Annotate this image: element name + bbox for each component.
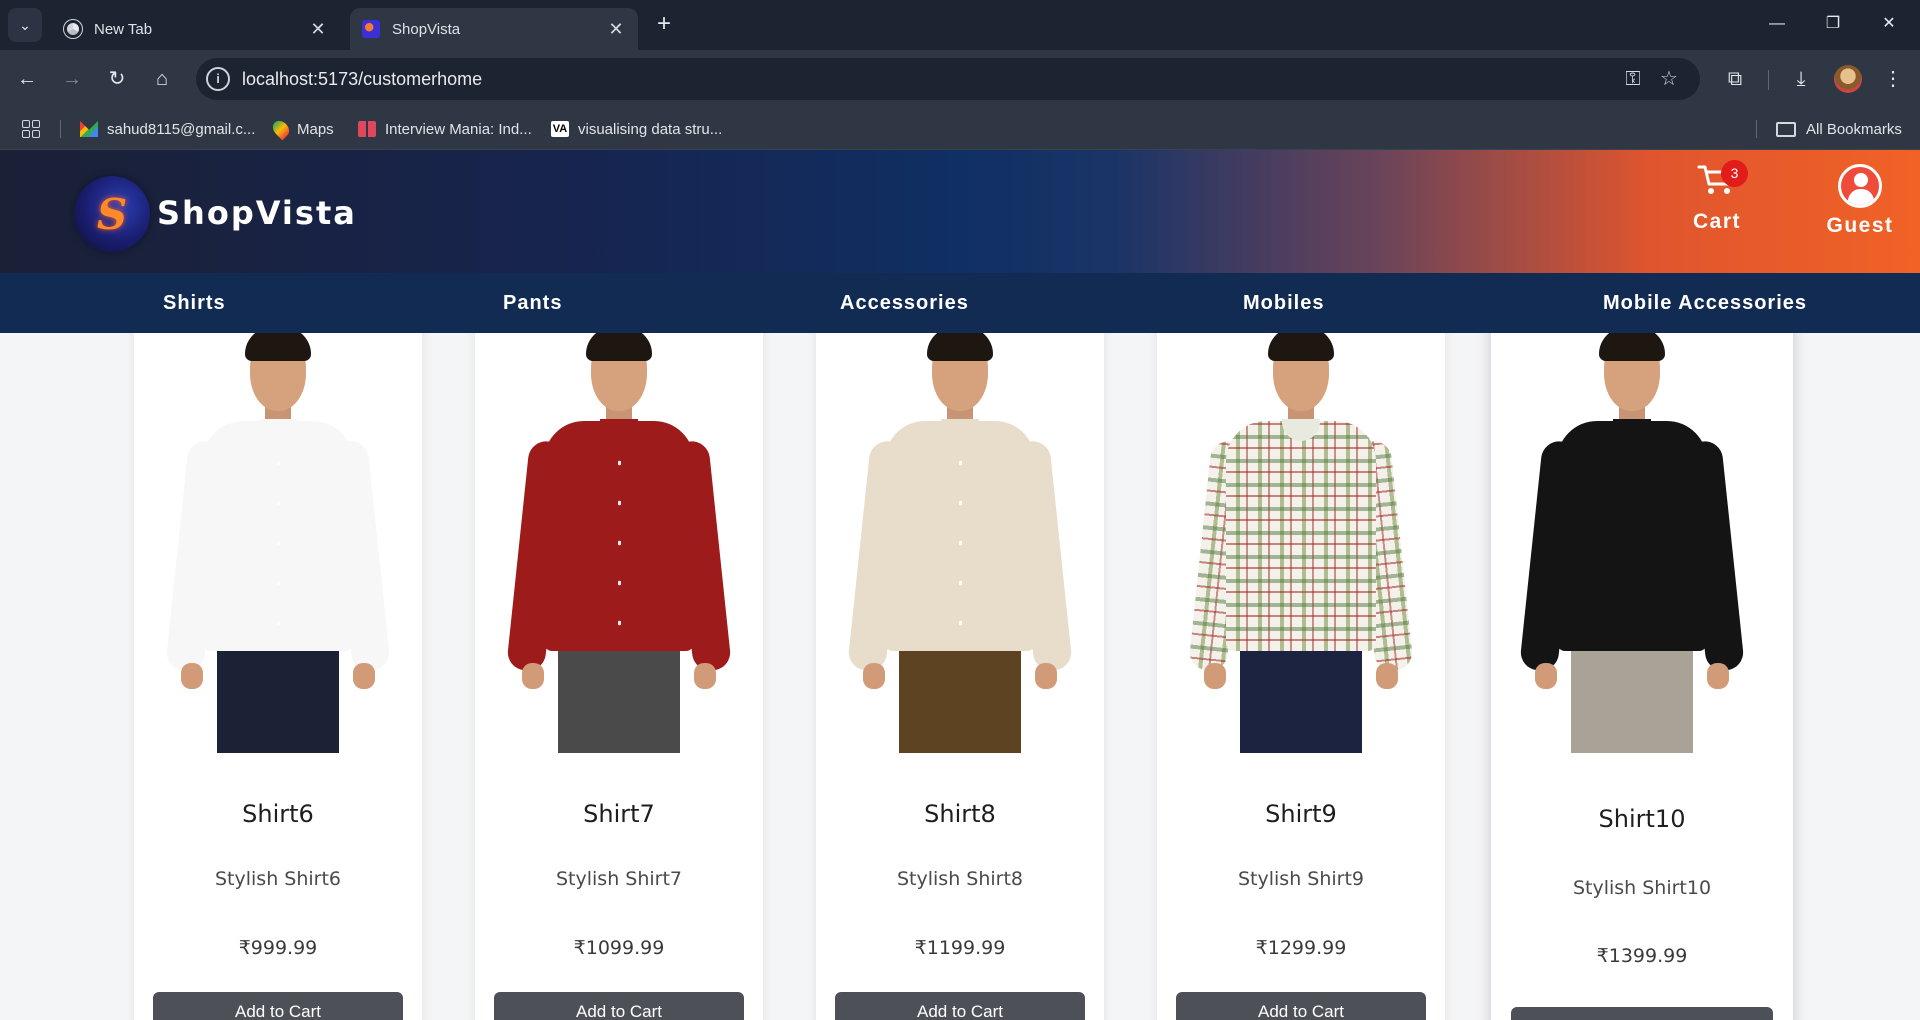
category-pants[interactable]: Pants [503, 273, 562, 333]
folder-icon [1776, 121, 1796, 137]
category-mobile-accessories[interactable]: Mobile Accessories [1603, 273, 1807, 333]
bookmark-label: Interview Mania: Ind... [385, 120, 532, 138]
tab-title: ShopVista [392, 20, 461, 38]
user-profile-button[interactable]: Guest [1818, 162, 1902, 242]
site-header: S ShopVista [0, 150, 1920, 273]
gmail-icon [80, 121, 98, 137]
cart-count-badge: 3 [1721, 160, 1748, 187]
bookmark-star-icon[interactable]: ☆ [1656, 66, 1682, 92]
bookmark-label: Maps [297, 120, 334, 138]
product-description: Stylish Shirt10 [1572, 877, 1712, 899]
apps-grid-icon[interactable] [22, 120, 40, 138]
product-grid: Shirt6 Stylish Shirt6 ₹999.99 Add to Car… [0, 333, 1920, 1020]
all-bookmarks[interactable]: All Bookmarks [1776, 108, 1902, 150]
bookmarks-divider [1756, 120, 1757, 138]
download-icon[interactable]: ⤓ [1784, 62, 1818, 96]
product-price: ₹1199.99 [914, 937, 1006, 959]
product-price: ₹999.99 [238, 937, 318, 959]
tab-title: New Tab [94, 20, 153, 38]
product-image[interactable] [134, 333, 422, 753]
close-tab-icon[interactable]: ✕ [606, 19, 626, 40]
browser-tab-strip: ⌄ New Tab ✕ ShopVista ✕ + — ❐ ✕ [0, 0, 1920, 50]
profile-avatar[interactable] [1834, 65, 1862, 93]
shopvista-logo[interactable]: S [74, 176, 150, 252]
category-accessories[interactable]: Accessories [840, 273, 969, 333]
product-card[interactable]: Shirt7 Stylish Shirt7 ₹1099.99 Add to Ca… [475, 333, 763, 1020]
close-tab-icon[interactable]: ✕ [308, 19, 328, 40]
home-icon[interactable]: ⌂ [145, 62, 179, 96]
product-card[interactable]: Shirt6 Stylish Shirt6 ₹999.99 Add to Car… [134, 333, 422, 1020]
product-card[interactable]: Shirt8 Stylish Shirt8 ₹1199.99 Add to Ca… [816, 333, 1104, 1020]
product-name: Shirt7 [583, 800, 655, 828]
category-shirts[interactable]: Shirts [163, 273, 226, 333]
product-image[interactable] [816, 333, 1104, 753]
close-window-icon[interactable]: ✕ [1866, 8, 1912, 40]
logo-letter: S [96, 189, 128, 239]
address-bar[interactable]: i localhost:5173/customerhome ⚿ ☆ [196, 58, 1700, 100]
product-description: Stylish Shirt7 [555, 868, 683, 890]
product-price: ₹1399.99 [1596, 945, 1688, 967]
tab-search-chevron-icon[interactable]: ⌄ [8, 8, 42, 42]
product-description: Stylish Shirt8 [896, 868, 1024, 890]
product-description: Stylish Shirt6 [214, 868, 342, 890]
tab-shopvista[interactable]: ShopVista ✕ [350, 8, 638, 50]
bookmark-visualgo[interactable]: VA visualising data stru... [551, 108, 722, 150]
bookmarks-bar: sahud8115@gmail.c... Maps Interview Mani… [0, 108, 1920, 150]
bookmark-gmail[interactable]: sahud8115@gmail.c... [80, 108, 255, 150]
product-name: Shirt6 [242, 800, 314, 828]
password-key-icon[interactable]: ⚿ [1620, 66, 1646, 92]
product-name: Shirt9 [1265, 800, 1337, 828]
bookmark-label: sahud8115@gmail.c... [107, 120, 256, 138]
product-name: Shirt10 [1598, 805, 1686, 833]
category-nav: Shirts Pants Accessories Mobiles Mobile … [0, 273, 1920, 333]
maps-icon [269, 117, 293, 141]
product-name: Shirt8 [924, 800, 996, 828]
url-text[interactable]: localhost:5173/customerhome [242, 58, 482, 100]
interview-mania-icon [358, 121, 376, 137]
extensions-puzzle-icon[interactable]: ⧉ [1718, 62, 1752, 96]
all-bookmarks-label: All Bookmarks [1806, 120, 1902, 138]
menu-kebab-icon[interactable]: ⋮ [1876, 62, 1910, 96]
product-image[interactable] [475, 333, 763, 753]
restore-icon[interactable]: ❐ [1810, 8, 1856, 40]
chrome-icon [63, 19, 83, 39]
add-to-cart-button[interactable]: Add to Cart [1511, 1007, 1773, 1020]
minimize-icon[interactable]: — [1754, 8, 1800, 40]
bookmark-label: visualising data stru... [578, 120, 723, 138]
bookmarks-divider [60, 120, 61, 138]
site-info-icon[interactable]: i [206, 67, 230, 91]
toolbar-divider [1768, 70, 1769, 90]
category-mobiles[interactable]: Mobiles [1243, 273, 1324, 333]
product-description: Stylish Shirt9 [1237, 868, 1365, 890]
bookmark-maps[interactable]: Maps [269, 108, 334, 150]
bookmark-interview-mania[interactable]: Interview Mania: Ind... [358, 108, 532, 150]
product-card[interactable]: Shirt9 Stylish Shirt9 ₹1299.99 Add to Ca… [1157, 333, 1445, 1020]
visualgo-icon: VA [551, 121, 569, 137]
forward-arrow-icon[interactable]: → [55, 62, 89, 96]
brand-name[interactable]: ShopVista [157, 194, 357, 232]
product-price: ₹1299.99 [1255, 937, 1347, 959]
add-to-cart-button[interactable]: Add to Cart [153, 992, 403, 1020]
back-arrow-icon[interactable]: ← [10, 62, 44, 96]
product-image[interactable] [1157, 333, 1445, 753]
user-avatar-icon [1838, 164, 1882, 208]
add-to-cart-button[interactable]: Add to Cart [494, 992, 744, 1020]
user-label: Guest [1826, 214, 1894, 237]
tab-new-tab[interactable]: New Tab ✕ [52, 8, 340, 50]
product-price: ₹1099.99 [573, 937, 665, 959]
cart-button[interactable]: 3 Cart [1680, 158, 1748, 240]
reload-icon[interactable]: ↻ [100, 62, 134, 96]
shopvista-favicon-icon [362, 20, 380, 38]
add-to-cart-button[interactable]: Add to Cart [835, 992, 1085, 1020]
product-image[interactable] [1491, 333, 1793, 753]
cart-label: Cart [1692, 210, 1741, 233]
add-to-cart-button[interactable]: Add to Cart [1176, 992, 1426, 1020]
new-tab-plus-icon[interactable]: + [650, 10, 678, 38]
browser-toolbar: ← → ↻ ⌂ i localhost:5173/customerhome ⚿ … [0, 50, 1920, 108]
product-card[interactable]: Shirt10 Stylish Shirt10 ₹1399.99 Add to … [1491, 333, 1793, 1020]
